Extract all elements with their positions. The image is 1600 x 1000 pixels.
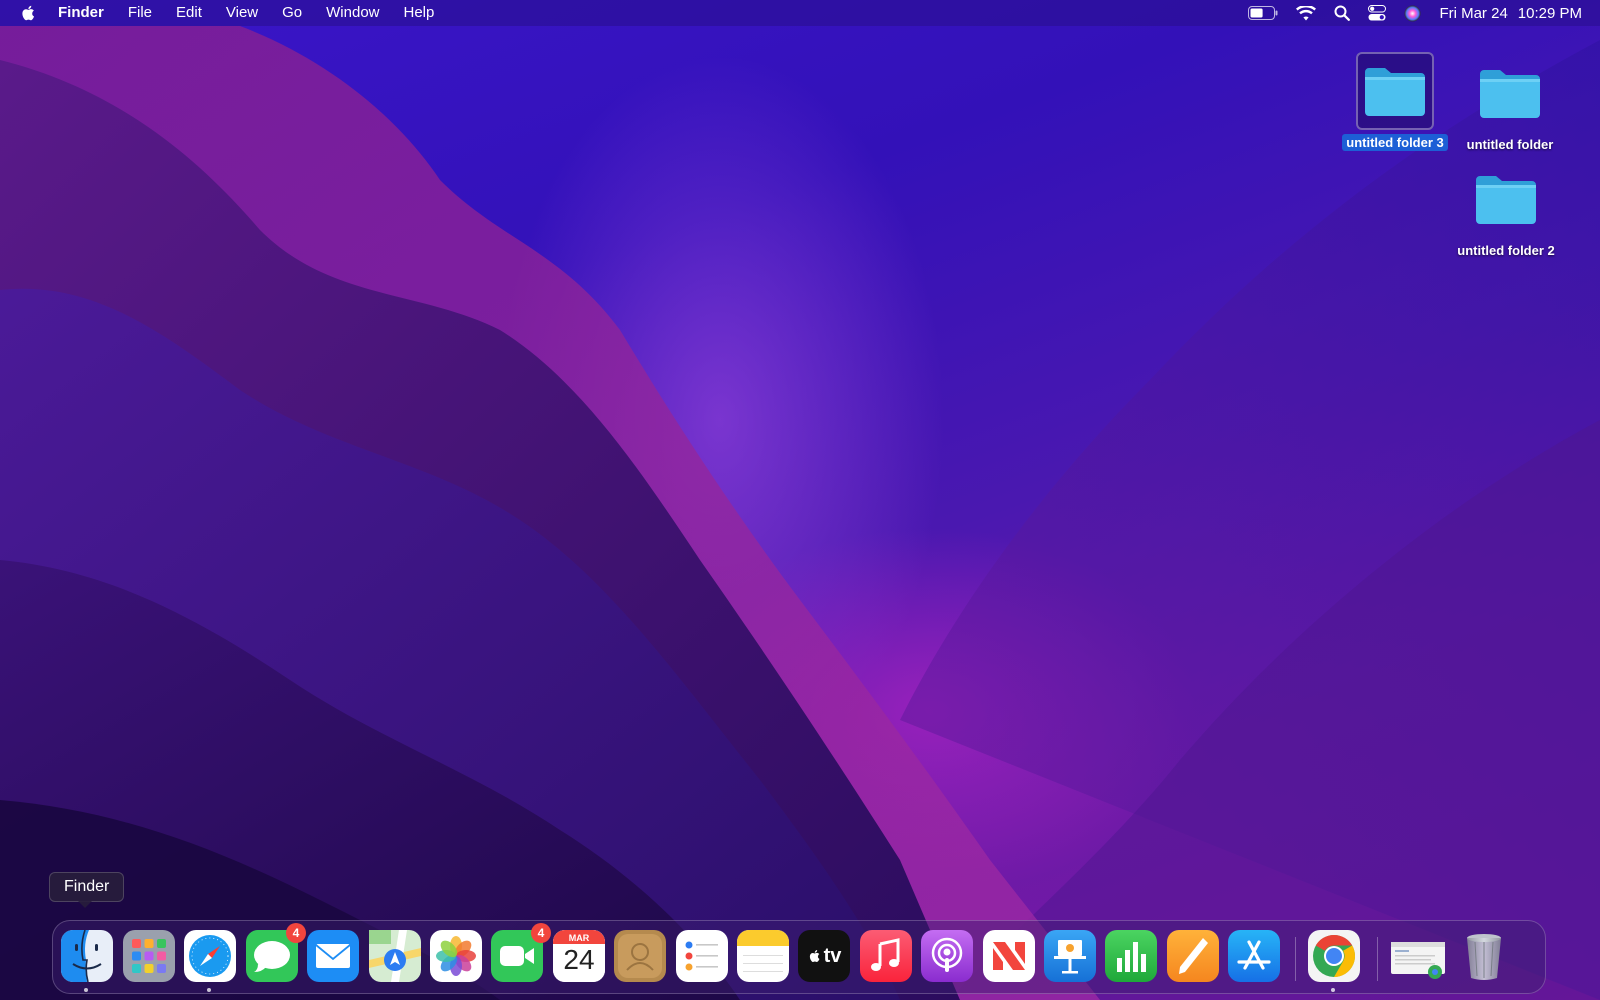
folder-label: untitled folder 3: [1342, 134, 1448, 151]
messages-badge: 4: [286, 923, 306, 943]
calendar-month: MAR: [568, 933, 590, 943]
dock-app-store[interactable]: [1228, 930, 1280, 982]
finder-icon: [61, 930, 113, 982]
folder-label: untitled folder: [1466, 137, 1554, 152]
desktop[interactable]: Finder File Edit View Go Window Help Fri…: [0, 0, 1600, 1000]
chrome-icon: [1308, 930, 1360, 982]
dock-safari[interactable]: [184, 930, 236, 982]
dock-pages[interactable]: [1167, 930, 1219, 982]
wifi-icon[interactable]: [1296, 5, 1317, 21]
contacts-icon: [614, 930, 666, 982]
dock-maps[interactable]: [369, 930, 421, 982]
window-thumbnail-icon: [1391, 942, 1445, 979]
dock-tv[interactable]: tv: [798, 930, 850, 982]
menu-help[interactable]: Help: [404, 0, 435, 26]
menu-edit[interactable]: Edit: [176, 0, 202, 26]
menu-time: 10:29 PM: [1517, 4, 1582, 22]
app-store-icon: [1228, 930, 1280, 982]
siri-icon[interactable]: [1404, 5, 1421, 22]
dock-divider: [1377, 937, 1378, 981]
dock-calendar[interactable]: MAR 24: [553, 930, 605, 982]
podcasts-icon: [921, 930, 973, 982]
keynote-icon: [1044, 930, 1096, 982]
calendar-day: 24: [563, 944, 595, 975]
desktop-folder-untitled-folder[interactable]: untitled folder: [1445, 54, 1575, 154]
menu-go[interactable]: Go: [282, 0, 302, 26]
dock-notes[interactable]: [737, 930, 789, 982]
dock-mail[interactable]: [307, 930, 359, 982]
dock-finder[interactable]: [61, 930, 113, 982]
folder-icon: [1365, 68, 1425, 116]
spotlight-search-icon[interactable]: [1334, 5, 1351, 21]
maps-icon: [369, 930, 421, 982]
dock-tooltip: Finder: [49, 872, 125, 908]
folder-icon-frame: [1356, 52, 1434, 130]
menu-bar: Finder File Edit View Go Window Help Fri…: [0, 0, 1600, 26]
dock-contacts[interactable]: [614, 930, 666, 982]
menu-date: Fri Mar 24: [1439, 4, 1508, 22]
dock-numbers[interactable]: [1105, 930, 1157, 982]
apple-tv-icon: [809, 950, 820, 962]
dock-recent-window[interactable]: [1389, 930, 1447, 982]
numbers-icon: [1105, 930, 1157, 982]
reminders-icon: [676, 930, 728, 982]
running-indicator-finder: [84, 988, 88, 992]
dock-launchpad[interactable]: [123, 930, 175, 982]
battery-icon[interactable]: [1248, 6, 1278, 20]
desktop-folder-untitled-folder-2[interactable]: untitled folder 2: [1441, 160, 1571, 260]
pages-icon: [1167, 930, 1219, 982]
dock: 4 4 MAR 24 tv: [52, 920, 1546, 994]
menu-clock[interactable]: Fri Mar 24 10:29 PM: [1439, 5, 1582, 22]
tv-label: tv: [823, 944, 842, 967]
mail-icon: [307, 930, 359, 982]
desktop-folder-untitled-folder-3[interactable]: untitled folder 3: [1330, 52, 1460, 152]
dock-music[interactable]: [860, 930, 912, 982]
dock-keynote[interactable]: [1044, 930, 1096, 982]
folder-label: untitled folder 2: [1457, 243, 1555, 258]
dock-divider: [1295, 937, 1296, 981]
dock-messages[interactable]: 4: [246, 923, 306, 982]
dock-reminders[interactable]: [676, 930, 728, 982]
apple-menu-icon[interactable]: [20, 4, 38, 22]
dock-news[interactable]: [983, 930, 1035, 982]
menu-window[interactable]: Window: [326, 0, 379, 26]
dock-google-chrome[interactable]: [1308, 930, 1360, 982]
music-icon: [860, 930, 912, 982]
launchpad-icon: [123, 930, 175, 982]
menu-app-name[interactable]: Finder: [58, 0, 104, 26]
news-icon: [983, 930, 1035, 982]
dock-trash[interactable]: [1458, 930, 1510, 982]
trash-icon: [1467, 934, 1501, 980]
dock-facetime[interactable]: 4: [491, 923, 551, 982]
running-indicator-chrome: [1331, 988, 1335, 992]
safari-icon: [184, 930, 236, 982]
menu-file[interactable]: File: [128, 0, 152, 26]
folder-icon-frame: [1467, 160, 1545, 238]
folder-icon: [1480, 70, 1540, 118]
running-indicator-safari: [207, 988, 211, 992]
facetime-badge: 4: [531, 923, 551, 943]
control-center-icon[interactable]: [1368, 5, 1387, 21]
dock-photos[interactable]: [430, 930, 482, 982]
notes-icon: [737, 930, 789, 982]
folder-icon-frame: [1471, 54, 1549, 132]
menu-view[interactable]: View: [226, 0, 258, 26]
photos-icon: [430, 930, 482, 982]
folder-icon: [1476, 176, 1536, 224]
dock-podcasts[interactable]: [921, 930, 973, 982]
